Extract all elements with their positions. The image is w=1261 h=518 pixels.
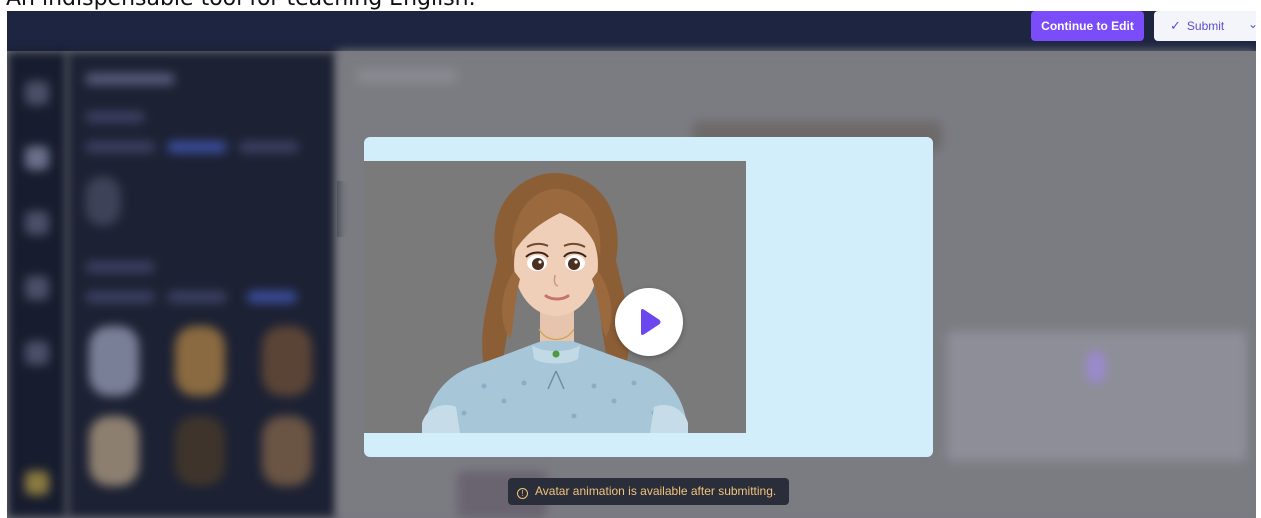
play-icon bbox=[641, 309, 661, 335]
panel-tab bbox=[239, 141, 299, 153]
panel-subheading-placeholder bbox=[85, 111, 145, 123]
toast-message: Avatar animation is available after subm… bbox=[535, 484, 777, 498]
rail-premium-icon bbox=[25, 471, 49, 495]
continue-to-edit-button[interactable]: Continue to Edit bbox=[1031, 11, 1144, 41]
panel-tab bbox=[85, 141, 155, 153]
rail-text-icon bbox=[25, 211, 49, 235]
avatar-thumb bbox=[175, 416, 225, 486]
avatar-image bbox=[422, 173, 688, 433]
scene-icon bbox=[1087, 351, 1105, 383]
play-button[interactable] bbox=[615, 288, 683, 356]
info-toast: ! Avatar animation is available after sub… bbox=[508, 478, 789, 505]
editor-app: Continue to Edit ✓ Submit ⌄ ! Avatar ani… bbox=[7, 11, 1256, 518]
avatar-thumb bbox=[89, 326, 139, 396]
avatar-thumb bbox=[262, 416, 312, 486]
panel-tab bbox=[247, 291, 297, 303]
panel-tab bbox=[167, 291, 227, 303]
rail-music-icon bbox=[25, 341, 49, 365]
panel-subheading-placeholder bbox=[85, 261, 155, 273]
panel-heading-placeholder bbox=[85, 73, 175, 85]
avatar-thumb bbox=[85, 176, 121, 226]
left-rail bbox=[7, 51, 67, 518]
submit-label: Submit bbox=[1186, 19, 1225, 33]
toolbar-placeholder bbox=[357, 69, 457, 83]
top-toolbar: Continue to Edit ✓ Submit ⌄ bbox=[7, 11, 1256, 51]
submit-button[interactable]: ✓ Submit ⌄ bbox=[1154, 11, 1256, 41]
rail-media-icon bbox=[25, 276, 49, 300]
check-icon: ✓ bbox=[1170, 18, 1181, 33]
avatar-video[interactable] bbox=[364, 161, 746, 433]
panel-tab bbox=[167, 141, 227, 153]
info-icon: ! bbox=[517, 488, 528, 499]
chevron-down-icon[interactable]: ⌄ bbox=[1248, 17, 1256, 31]
avatar-preview-modal bbox=[364, 137, 933, 457]
avatar-thumb bbox=[175, 326, 225, 396]
rail-avatar-icon bbox=[25, 81, 49, 105]
page-caption: An indispensable tool for teaching Engli… bbox=[6, 0, 476, 11]
panel-tab bbox=[85, 291, 155, 303]
rail-character-icon bbox=[25, 146, 49, 170]
avatar-thumb bbox=[262, 326, 312, 396]
scene-card bbox=[947, 331, 1247, 461]
avatar-thumb bbox=[89, 416, 139, 486]
avatar-panel bbox=[67, 51, 337, 518]
